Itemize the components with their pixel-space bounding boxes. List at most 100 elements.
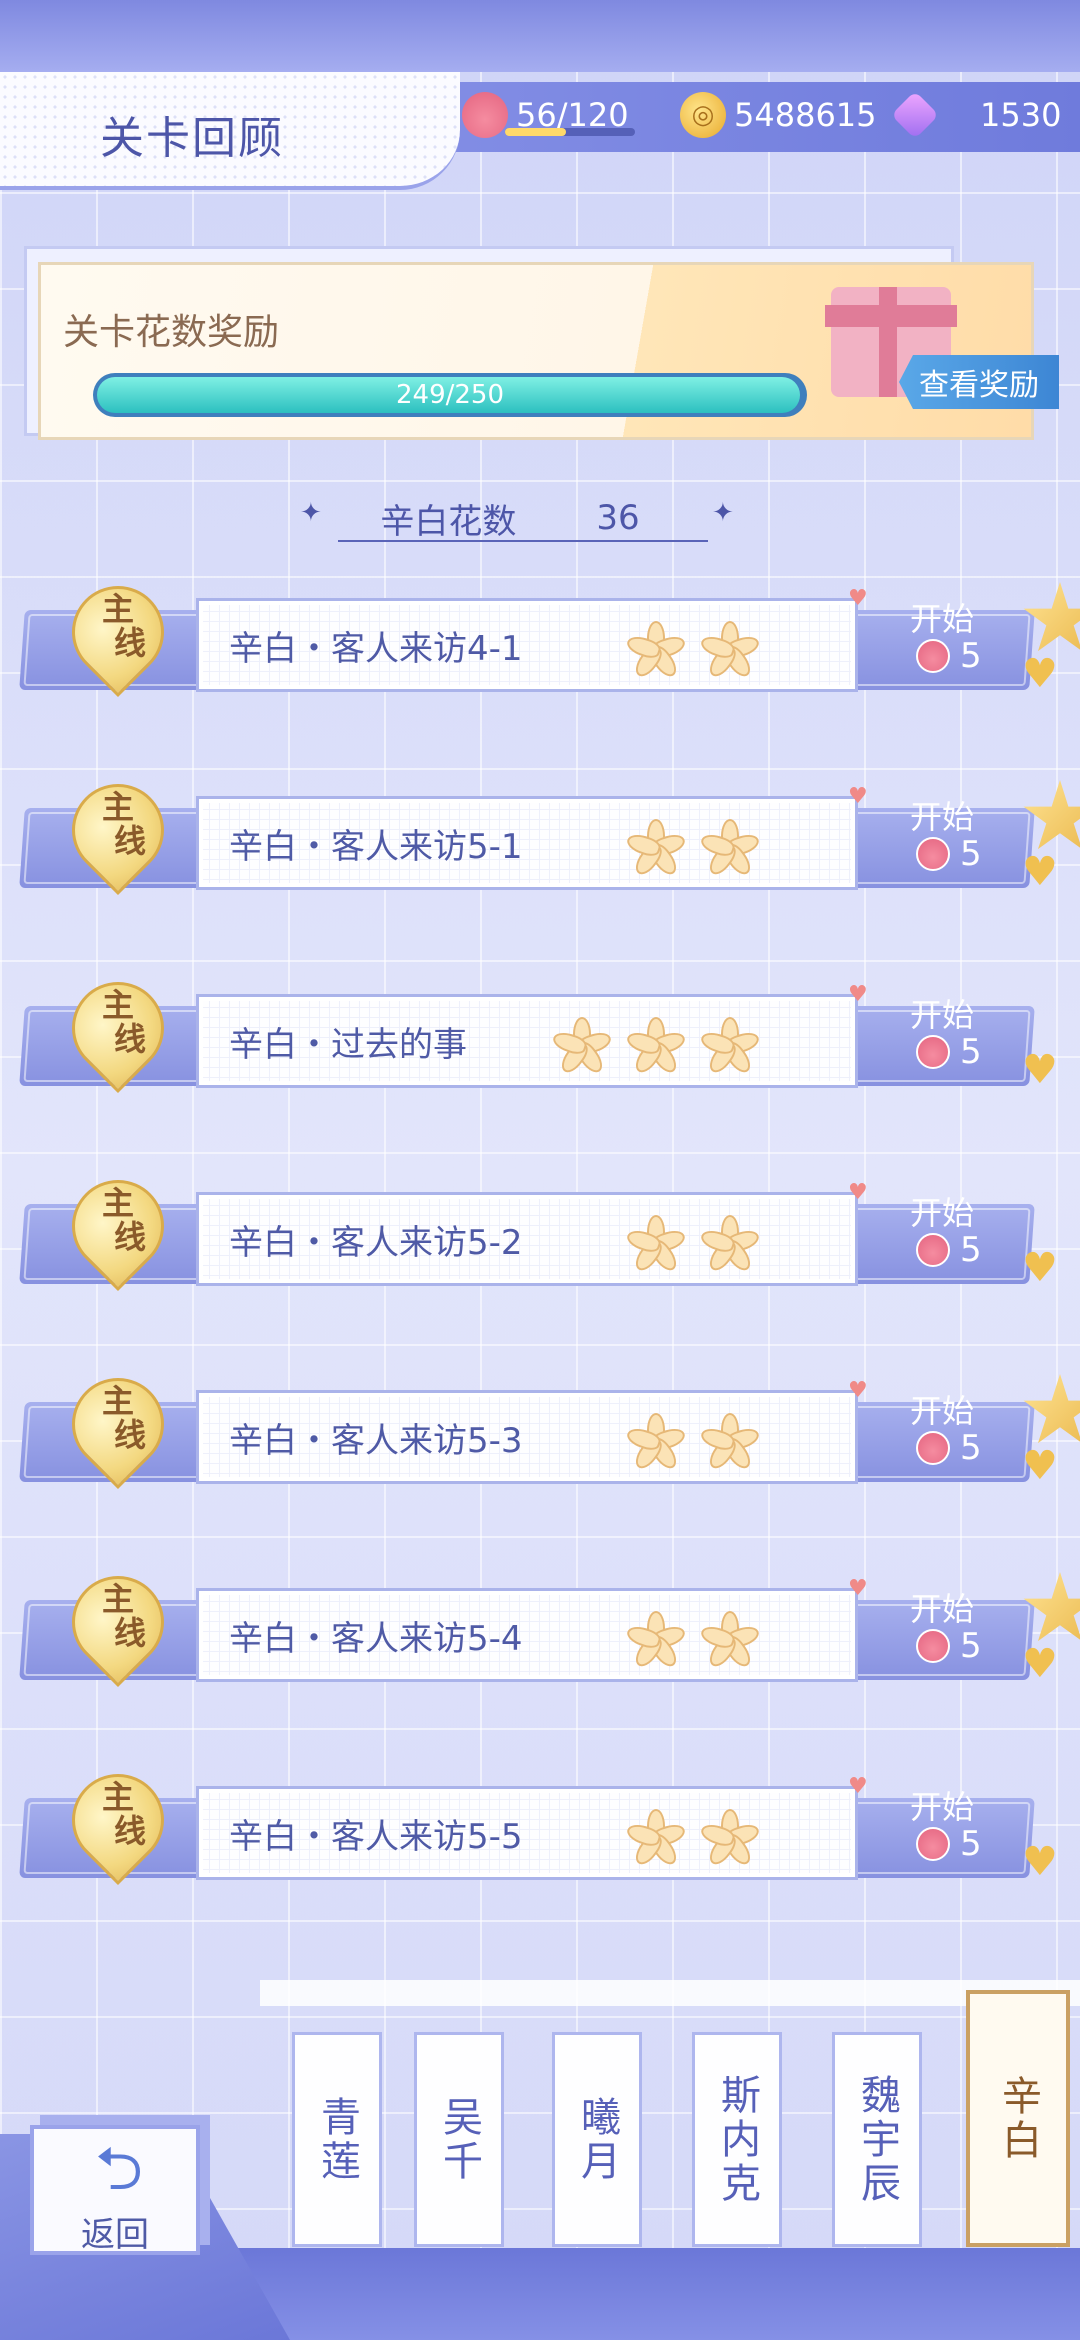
- tag-text: 主 线: [72, 1582, 164, 1650]
- flower-icon: [621, 1209, 691, 1279]
- level-name-card: 辛白・客人来访5-5: [196, 1786, 858, 1880]
- cost-value: 5: [960, 1032, 982, 1072]
- cost-value: 5: [960, 1428, 982, 1468]
- start-cost: 5: [916, 1032, 982, 1072]
- level-row[interactable]: 辛白・过去的事 ♥ 主 线 开始 5 ♥: [19, 962, 1058, 1098]
- flower-icon: [621, 615, 691, 685]
- score-title: 辛白花数: [380, 501, 517, 542]
- main-story-tag: 主 线: [52, 1754, 184, 1886]
- start-button[interactable]: 开始 5: [902, 988, 1032, 1088]
- coin-icon: ◎: [680, 92, 726, 138]
- gem-counter[interactable]: 1530: [890, 90, 1062, 140]
- flower-rating: [621, 1209, 765, 1279]
- tab-character[interactable]: 辛白: [966, 1990, 1070, 2247]
- page-title: 关卡回顾: [100, 113, 284, 164]
- tab-character[interactable]: 魏宇辰: [832, 2032, 922, 2247]
- level-row[interactable]: 辛白・客人来访4-1 ♥ 主 线 开始 5 ♥: [19, 566, 1080, 702]
- flower-icon: [695, 1605, 765, 1675]
- heart-pin-icon: ♥: [848, 1378, 868, 1403]
- flower-rating: [621, 615, 765, 685]
- reward-card: 关卡花数奖励 249/250 查看奖励: [38, 262, 1059, 440]
- stamina-bar-fill: [505, 128, 567, 136]
- flower-icon: [695, 813, 765, 883]
- start-label: 开始: [910, 1194, 975, 1232]
- cost-value: 5: [960, 834, 982, 874]
- start-cost: 5: [916, 1230, 982, 1270]
- level-row[interactable]: 辛白・客人来访5-2 ♥ 主 线 开始 5 ♥: [19, 1160, 1058, 1296]
- flower-icon: [695, 1407, 765, 1477]
- cake-icon: [462, 92, 508, 138]
- start-button[interactable]: 开始 5: [902, 1186, 1032, 1286]
- main-story-tag: 主 线: [52, 566, 184, 698]
- tab-label: 曦月: [574, 2095, 620, 2184]
- level-name-card: 辛白・客人来访5-4: [196, 1588, 858, 1682]
- level-name: 辛白・客人来访5-3: [229, 1420, 523, 1461]
- level-row[interactable]: 辛白・客人来访5-3 ♥ 主 线 开始 5 ♥: [19, 1358, 1080, 1494]
- cost-value: 5: [960, 1626, 982, 1666]
- cost-value: 5: [960, 1230, 982, 1270]
- level-name: 辛白・过去的事: [229, 1024, 467, 1065]
- level-row[interactable]: 辛白・客人来访5-5 ♥ 主 线 开始 5 ♥: [19, 1754, 1058, 1890]
- level-name-card: 辛白・客人来访5-1: [196, 796, 858, 890]
- main-story-tag: 主 线: [52, 1358, 184, 1490]
- tag-line-1: 主: [101, 1778, 134, 1816]
- flower-rating: [547, 1011, 765, 1081]
- header: 关卡回顾 56/120 ◎ 5488615 1530: [0, 72, 1080, 192]
- tag-line-2: 线: [113, 624, 146, 662]
- tab-character[interactable]: 青莲: [292, 2032, 382, 2247]
- level-row[interactable]: 辛白・客人来访5-4 ♥ 主 线 开始 5 ♥: [19, 1556, 1080, 1692]
- stamina-bar: [505, 128, 635, 136]
- score-value: 36: [596, 498, 640, 538]
- flower-icon: [621, 1011, 691, 1081]
- level-name: 辛白・客人来访5-5: [229, 1816, 523, 1857]
- heart-pin-icon: ♥: [848, 1774, 868, 1799]
- view-rewards-button[interactable]: 查看奖励: [899, 355, 1059, 409]
- start-label: 开始: [910, 996, 975, 1034]
- tag-text: 主 线: [72, 790, 164, 858]
- tab-character[interactable]: 斯内克: [692, 2032, 782, 2247]
- heart-pin-icon: ♥: [848, 1576, 868, 1601]
- start-button[interactable]: 开始 5: [902, 1384, 1032, 1484]
- return-arrow-icon: ⮌: [94, 2134, 144, 2204]
- coin-value: 5488615: [734, 96, 877, 134]
- start-button[interactable]: 开始 5: [902, 1780, 1032, 1880]
- tag-line-1: 主: [101, 1580, 134, 1618]
- tab-character[interactable]: 曦月: [552, 2032, 642, 2247]
- start-cost: 5: [916, 1824, 982, 1864]
- start-cost: 5: [916, 1428, 982, 1468]
- cake-icon: [916, 1629, 950, 1663]
- tag-line-2: 线: [113, 1812, 146, 1850]
- cost-value: 5: [960, 636, 982, 676]
- cake-icon: [916, 1827, 950, 1861]
- tab-label: 斯内克: [714, 2073, 760, 2206]
- heart-pin-icon: ♥: [848, 982, 868, 1007]
- level-name: 辛白・客人来访5-2: [229, 1222, 523, 1263]
- tag-line-2: 线: [113, 1218, 146, 1256]
- level-name-card: 辛白・客人来访5-2: [196, 1192, 858, 1286]
- heart-icon: ♥: [1022, 1641, 1058, 1687]
- flower-icon: [621, 813, 691, 883]
- flower-icon: [547, 1011, 617, 1081]
- tag-line-1: 主: [101, 590, 134, 628]
- tag-line-2: 线: [113, 1416, 146, 1454]
- cake-icon: [916, 837, 950, 871]
- start-cost: 5: [916, 636, 982, 676]
- start-button[interactable]: 开始 5: [902, 790, 1032, 890]
- tag-text: 主 线: [72, 988, 164, 1056]
- heart-pin-icon: ♥: [848, 784, 868, 809]
- tag-line-1: 主: [101, 1184, 134, 1222]
- level-row[interactable]: 辛白・客人来访5-1 ♥ 主 线 开始 5 ♥: [19, 764, 1080, 900]
- start-button[interactable]: 开始 5: [902, 1582, 1032, 1682]
- flower-icon: [695, 1209, 765, 1279]
- start-button[interactable]: 开始 5: [902, 592, 1032, 692]
- back-button[interactable]: ⮌ 返回: [30, 2125, 200, 2255]
- tab-character[interactable]: 吴千: [414, 2032, 504, 2247]
- coin-counter[interactable]: ◎ 5488615: [680, 90, 877, 140]
- heart-pin-icon: ♥: [848, 586, 868, 611]
- tag-line-2: 线: [113, 1614, 146, 1652]
- gem-value: 1530: [980, 96, 1062, 134]
- reward-title: 关卡花数奖励: [63, 312, 280, 353]
- tab-label: 辛白: [995, 2074, 1041, 2163]
- score-label: 辛白花数 36: [300, 488, 720, 548]
- level-name: 辛白・客人来访5-4: [229, 1618, 523, 1659]
